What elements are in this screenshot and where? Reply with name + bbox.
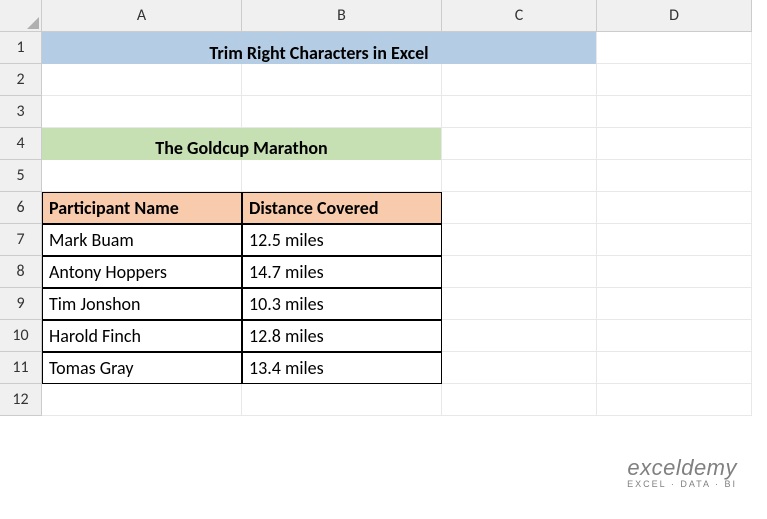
cell-D1[interactable] [597,32,752,64]
row-header-7[interactable]: 7 [0,224,42,256]
cell-D7[interactable] [597,224,752,256]
cell-C8[interactable] [442,256,597,288]
col-header-A[interactable]: A [42,0,242,32]
cell-D4[interactable] [597,128,752,160]
cell-C5[interactable] [442,160,597,192]
row-header-11[interactable]: 11 [0,352,42,384]
cell-A2[interactable] [42,64,242,96]
cell-C9[interactable] [442,288,597,320]
table-row[interactable]: 12.8 miles [242,320,442,352]
cell-A12[interactable] [42,384,242,416]
table-row[interactable]: 10.3 miles [242,288,442,320]
spreadsheet-grid: A B C D 1 Trim Right Characters in Excel… [0,0,767,416]
cell-C12[interactable] [442,384,597,416]
select-all-corner[interactable] [0,0,42,32]
cell-C6[interactable] [442,192,597,224]
cell-A3[interactable] [42,96,242,128]
cell-D10[interactable] [597,320,752,352]
table-row[interactable]: Mark Buam [42,224,242,256]
table-row[interactable]: 14.7 miles [242,256,442,288]
cell-A5[interactable] [42,160,242,192]
cell-C11[interactable] [442,352,597,384]
cell-D6[interactable] [597,192,752,224]
row-header-9[interactable]: 9 [0,288,42,320]
cell-D5[interactable] [597,160,752,192]
table-row[interactable]: Harold Finch [42,320,242,352]
cell-B3[interactable] [242,96,442,128]
cell-B2[interactable] [242,64,442,96]
watermark-title: exceldemy [627,455,737,481]
table-row[interactable]: Antony Hoppers [42,256,242,288]
row-header-5[interactable]: 5 [0,160,42,192]
table-row[interactable]: Tomas Gray [42,352,242,384]
col-header-B[interactable]: B [242,0,442,32]
row-header-4[interactable]: 4 [0,128,42,160]
table-header-participant[interactable]: Participant Name [42,192,242,224]
cell-D2[interactable] [597,64,752,96]
cell-C2[interactable] [442,64,597,96]
cell-D11[interactable] [597,352,752,384]
row-header-10[interactable]: 10 [0,320,42,352]
row-header-12[interactable]: 12 [0,384,42,416]
cell-C7[interactable] [442,224,597,256]
cell-B5[interactable] [242,160,442,192]
cell-B12[interactable] [242,384,442,416]
watermark: exceldemy EXCEL · DATA · BI [627,455,737,489]
row-header-1[interactable]: 1 [0,32,42,64]
cell-D3[interactable] [597,96,752,128]
col-header-C[interactable]: C [442,0,597,32]
cell-D8[interactable] [597,256,752,288]
table-row[interactable]: Tim Jonshon [42,288,242,320]
cell-C4[interactable] [442,128,597,160]
table-header-distance[interactable]: Distance Covered [242,192,442,224]
row-header-2[interactable]: 2 [0,64,42,96]
row-header-8[interactable]: 8 [0,256,42,288]
row-header-6[interactable]: 6 [0,192,42,224]
row-header-3[interactable]: 3 [0,96,42,128]
col-header-D[interactable]: D [597,0,752,32]
table-row[interactable]: 13.4 miles [242,352,442,384]
table-row[interactable]: 12.5 miles [242,224,442,256]
cell-C3[interactable] [442,96,597,128]
cell-D12[interactable] [597,384,752,416]
cell-D9[interactable] [597,288,752,320]
watermark-sub: EXCEL · DATA · BI [627,479,737,489]
cell-C10[interactable] [442,320,597,352]
